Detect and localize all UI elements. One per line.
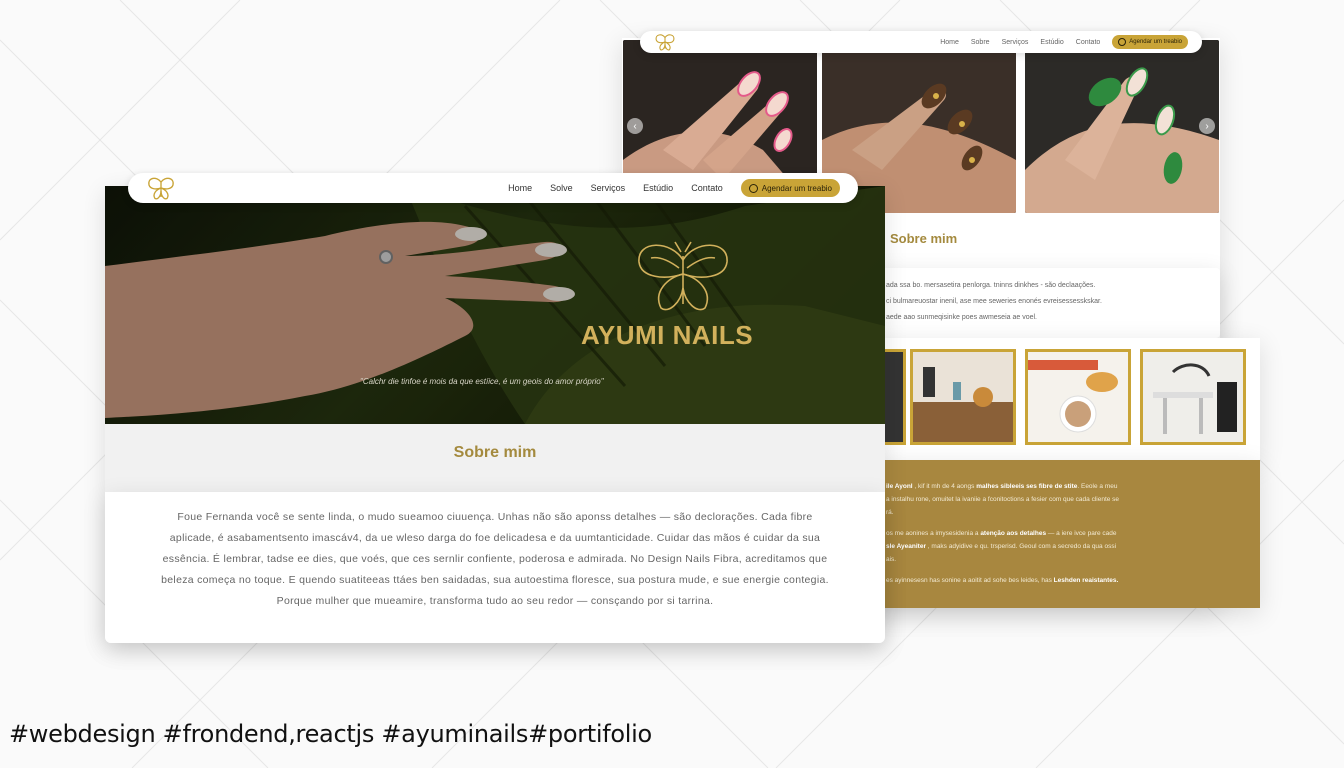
hero-quote: "Calchr die tinfoe é mois da que estíice… (360, 377, 604, 386)
nav-estudio-link[interactable]: Estúdio (1040, 39, 1063, 46)
nav-sobre-link[interactable]: Sobre (971, 39, 990, 46)
butterfly-logo-icon[interactable] (654, 33, 676, 51)
back-about-line: aede aao sunmeqisinke poes awmeseia ae v… (886, 314, 1037, 321)
nav-servicos-link[interactable]: Serviços (1002, 39, 1029, 46)
about-title: Sobre mim (453, 444, 537, 461)
front-window: AYUMI NAILS "Calchr die tinfoe é mois da… (105, 186, 885, 643)
schedule-button[interactable]: Agendar um treabio (740, 179, 840, 197)
studio-photo-workstation[interactable] (1140, 349, 1246, 445)
gold-line: os me aonines a imysesidenia a atenção a… (886, 530, 1117, 537)
back-nav-links: Home Sobre Serviços Estúdio Contato Agen… (940, 35, 1188, 49)
carousel-next-arrow-icon[interactable]: › (1199, 118, 1215, 134)
nav-contato-link[interactable]: Contato (1076, 39, 1101, 46)
gold-line: ile Ayonl , kif it mh de 4 aongs malhes … (886, 483, 1118, 490)
back-about-line: ci bulmareuostar inenil, ase mee sewerie… (886, 298, 1102, 305)
nav-servicos-link[interactable]: Serviços (591, 183, 626, 193)
gold-line: es ayinnesesn has sonine a aoitit ad soh… (886, 577, 1119, 584)
gallery-photo-green-nails[interactable] (1025, 40, 1219, 213)
gold-line: a instalhu rone, omuitet la ivaniie a fc… (886, 496, 1120, 503)
studio-photo-coffee[interactable] (1025, 349, 1131, 445)
front-nav-links: Home Solve Serviços Estúdio Contato Agen… (508, 179, 840, 197)
nav-solve-link[interactable]: Solve (550, 183, 573, 193)
back-gold-text-block: ile Ayonl , kif it mh de 4 aongs malhes … (872, 460, 1260, 608)
about-card: Foue Fernanda você se sente linda, o mud… (105, 492, 885, 643)
studio-photo-dark[interactable] (882, 349, 906, 445)
back-about-card: ada ssa bo. mersasetira penlorga. tninns… (872, 268, 1220, 338)
nav-estudio-link[interactable]: Estúdio (643, 183, 673, 193)
carousel-prev-arrow-icon[interactable]: ‹ (627, 118, 643, 134)
studio-gallery (872, 338, 1260, 460)
whatsapp-icon (1118, 38, 1127, 46)
hero-brand-title: AYUMI NAILS (581, 320, 754, 350)
whatsapp-icon (748, 183, 758, 193)
schedule-button[interactable]: Agendar um treabio (1112, 35, 1188, 49)
back-navbar: Home Sobre Serviços Estúdio Contato Agen… (640, 31, 1202, 53)
back-about-title: Sobre mim (890, 231, 958, 246)
butterfly-logo-icon[interactable] (146, 176, 176, 200)
gold-line: sle Ayeaniter , maks adyidive e qu. trsp… (886, 543, 1117, 550)
front-navbar: Home Solve Serviços Estúdio Contato Agen… (128, 173, 858, 203)
studio-photo-counter[interactable] (910, 349, 1016, 445)
nav-home-link[interactable]: Home (508, 183, 532, 193)
nav-home-link[interactable]: Home (940, 39, 959, 46)
back-about-line: ada ssa bo. mersasetira penlorga. tninns… (886, 282, 1096, 289)
schedule-button-label: Agendar um treabio (1129, 39, 1182, 45)
hero-banner: AYUMI NAILS "Calchr die tinfoe é mois da… (105, 186, 885, 424)
nav-contato-link[interactable]: Contato (691, 183, 723, 193)
gold-line: rá. (886, 509, 894, 516)
butterfly-emblem-icon (638, 241, 728, 311)
schedule-button-label: Agendar um treabio (761, 183, 832, 193)
hero-background-image (105, 186, 885, 424)
hashtags-caption: #webdesign #frondend,reactjs #ayuminails… (9, 720, 652, 748)
about-paragraph: Foue Fernanda você se sente linda, o mud… (161, 511, 829, 607)
gold-line: ais. (886, 556, 897, 563)
